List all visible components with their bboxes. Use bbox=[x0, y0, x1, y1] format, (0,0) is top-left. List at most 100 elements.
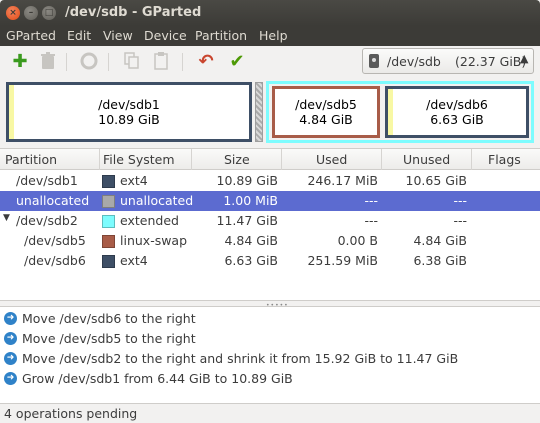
column-separator bbox=[281, 149, 282, 170]
list-item[interactable]: ➜ Move /dev/sdb5 to the right bbox=[0, 329, 540, 349]
column-used[interactable]: Used bbox=[316, 152, 347, 167]
status-bar: 4 operations pending bbox=[0, 403, 540, 423]
menu-edit[interactable]: Edit bbox=[67, 28, 91, 43]
cell-unused: 4.84 GiB bbox=[413, 233, 467, 248]
list-item[interactable]: ➜ Move /dev/sdb2 to the right and shrink… bbox=[0, 349, 540, 369]
disk-icon bbox=[369, 54, 379, 68]
diskmap-unallocated[interactable] bbox=[255, 82, 263, 142]
fs-color-swatch bbox=[102, 235, 115, 248]
cell-unused: --- bbox=[453, 213, 467, 228]
column-separator bbox=[381, 149, 382, 170]
move-icon: ➜ bbox=[4, 312, 17, 325]
column-flags[interactable]: Flags bbox=[488, 152, 521, 167]
resize-move-icon[interactable] bbox=[79, 52, 99, 72]
title-bar: × – □ /dev/sdb - GParted bbox=[0, 0, 540, 26]
partition-name: /dev/sdb1 bbox=[98, 97, 160, 112]
column-unused[interactable]: Unused bbox=[403, 152, 450, 167]
device-size: (22.37 GiB) bbox=[455, 54, 527, 69]
column-separator bbox=[191, 149, 192, 170]
undo-icon[interactable]: ↶ bbox=[196, 52, 216, 72]
partition-size: 4.84 GiB bbox=[299, 112, 353, 127]
diskmap-partition-sdb1[interactable]: /dev/sdb1 10.89 GiB bbox=[6, 82, 252, 142]
move-icon: ➜ bbox=[4, 372, 17, 385]
column-partition[interactable]: Partition bbox=[5, 152, 57, 167]
fs-color-swatch bbox=[102, 215, 115, 228]
table-row-selected[interactable]: unallocated unallocated 1.00 MiB --- --- bbox=[0, 191, 540, 211]
partition-name: /dev/sdb5 bbox=[295, 97, 357, 112]
cell-partition: /dev/sdb6 bbox=[24, 253, 86, 268]
cell-size: 4.84 GiB bbox=[224, 233, 278, 248]
cell-size: 10.89 GiB bbox=[216, 173, 279, 188]
cell-size: 1.00 MiB bbox=[223, 193, 278, 208]
cell-size: 11.47 GiB bbox=[216, 213, 279, 228]
pending-operations-list: ➜ Move /dev/sdb6 to the right ➜ Move /de… bbox=[0, 307, 540, 403]
fs-color-swatch bbox=[102, 255, 115, 268]
toolbar-separator bbox=[108, 53, 109, 71]
toolbar-separator bbox=[182, 53, 183, 71]
operation-text: Move /dev/sdb5 to the right bbox=[22, 331, 196, 346]
apply-icon[interactable]: ✔ bbox=[227, 52, 247, 72]
column-separator bbox=[99, 149, 100, 170]
paste-icon[interactable] bbox=[151, 52, 171, 72]
cell-used: 0.00 B bbox=[337, 233, 378, 248]
table-header: Partition File System Size Used Unused F… bbox=[0, 149, 540, 170]
menu-view[interactable]: View bbox=[103, 28, 133, 43]
status-text: 4 operations pending bbox=[4, 406, 138, 421]
cell-used: 251.59 MiB bbox=[307, 253, 378, 268]
table-row[interactable]: /dev/sdb5 linux-swap 4.84 GiB 0.00 B 4.8… bbox=[0, 231, 540, 251]
menu-partition[interactable]: Partition bbox=[195, 28, 247, 43]
device-selector[interactable]: /dev/sdb (22.37 GiB) ▲ bbox=[362, 48, 534, 74]
menu-bar: GParted Edit View Device Partition Help bbox=[0, 26, 540, 46]
partition-size: 6.63 GiB bbox=[430, 112, 484, 127]
column-separator bbox=[471, 149, 472, 170]
table-row[interactable]: ▼ /dev/sdb2 extended 11.47 GiB --- --- bbox=[0, 211, 540, 231]
cell-size: 6.63 GiB bbox=[224, 253, 278, 268]
column-size[interactable]: Size bbox=[224, 152, 250, 167]
cell-used: --- bbox=[364, 193, 378, 208]
operation-text: Move /dev/sdb6 to the right bbox=[22, 311, 196, 326]
cell-used: 246.17 MiB bbox=[307, 173, 378, 188]
move-icon: ➜ bbox=[4, 332, 17, 345]
expander-down-icon[interactable]: ▼ bbox=[3, 213, 10, 223]
menu-help[interactable]: Help bbox=[259, 28, 288, 43]
menu-gparted[interactable]: GParted bbox=[6, 28, 56, 43]
cell-file-system: ext4 bbox=[120, 173, 148, 188]
close-icon[interactable]: × bbox=[6, 6, 20, 20]
cell-file-system: extended bbox=[120, 213, 179, 228]
partition-size: 10.89 GiB bbox=[98, 112, 160, 127]
list-item[interactable]: ➜ Move /dev/sdb6 to the right bbox=[0, 309, 540, 329]
menu-device[interactable]: Device bbox=[144, 28, 187, 43]
table-row[interactable]: /dev/sdb1 ext4 10.89 GiB 246.17 MiB 10.6… bbox=[0, 171, 540, 191]
device-name: /dev/sdb bbox=[387, 54, 441, 69]
move-icon: ➜ bbox=[4, 352, 17, 365]
cell-file-system: unallocated bbox=[120, 193, 194, 208]
partition-name: /dev/sdb6 bbox=[426, 97, 488, 112]
partition-table: Partition File System Size Used Unused F… bbox=[0, 148, 540, 300]
cell-file-system: linux-swap bbox=[120, 233, 188, 248]
fs-color-swatch bbox=[102, 175, 115, 188]
cell-unused: 10.65 GiB bbox=[405, 173, 468, 188]
cell-partition: /dev/sdb1 bbox=[16, 173, 78, 188]
operation-text: Grow /dev/sdb1 from 6.44 GiB to 10.89 Gi… bbox=[22, 371, 293, 386]
cell-used: --- bbox=[364, 213, 378, 228]
chevron-down-icon: ▲ bbox=[520, 52, 529, 65]
pane-splitter[interactable]: ••••• bbox=[0, 300, 540, 309]
diskmap-partition-sdb5[interactable]: /dev/sdb5 4.84 GiB bbox=[272, 86, 380, 138]
cell-partition: unallocated bbox=[16, 193, 90, 208]
maximize-icon[interactable]: □ bbox=[42, 6, 56, 20]
minimize-icon[interactable]: – bbox=[24, 6, 38, 20]
list-item[interactable]: ➜ Grow /dev/sdb1 from 6.44 GiB to 10.89 … bbox=[0, 369, 540, 389]
cell-partition: /dev/sdb5 bbox=[24, 233, 86, 248]
new-partition-icon[interactable]: ✚ bbox=[10, 52, 30, 72]
cell-file-system: ext4 bbox=[120, 253, 148, 268]
window-title: /dev/sdb - GParted bbox=[65, 5, 202, 20]
table-row[interactable]: /dev/sdb6 ext4 6.63 GiB 251.59 MiB 6.38 … bbox=[0, 251, 540, 271]
copy-icon[interactable] bbox=[122, 52, 142, 72]
cell-unused: 6.38 GiB bbox=[413, 253, 467, 268]
delete-icon[interactable] bbox=[38, 52, 58, 72]
fs-color-swatch bbox=[102, 195, 115, 208]
diskmap-partition-sdb6[interactable]: /dev/sdb6 6.63 GiB bbox=[385, 86, 529, 138]
column-file-system[interactable]: File System bbox=[103, 152, 175, 167]
operation-text: Move /dev/sdb2 to the right and shrink i… bbox=[22, 351, 459, 366]
toolbar-separator bbox=[66, 53, 67, 71]
